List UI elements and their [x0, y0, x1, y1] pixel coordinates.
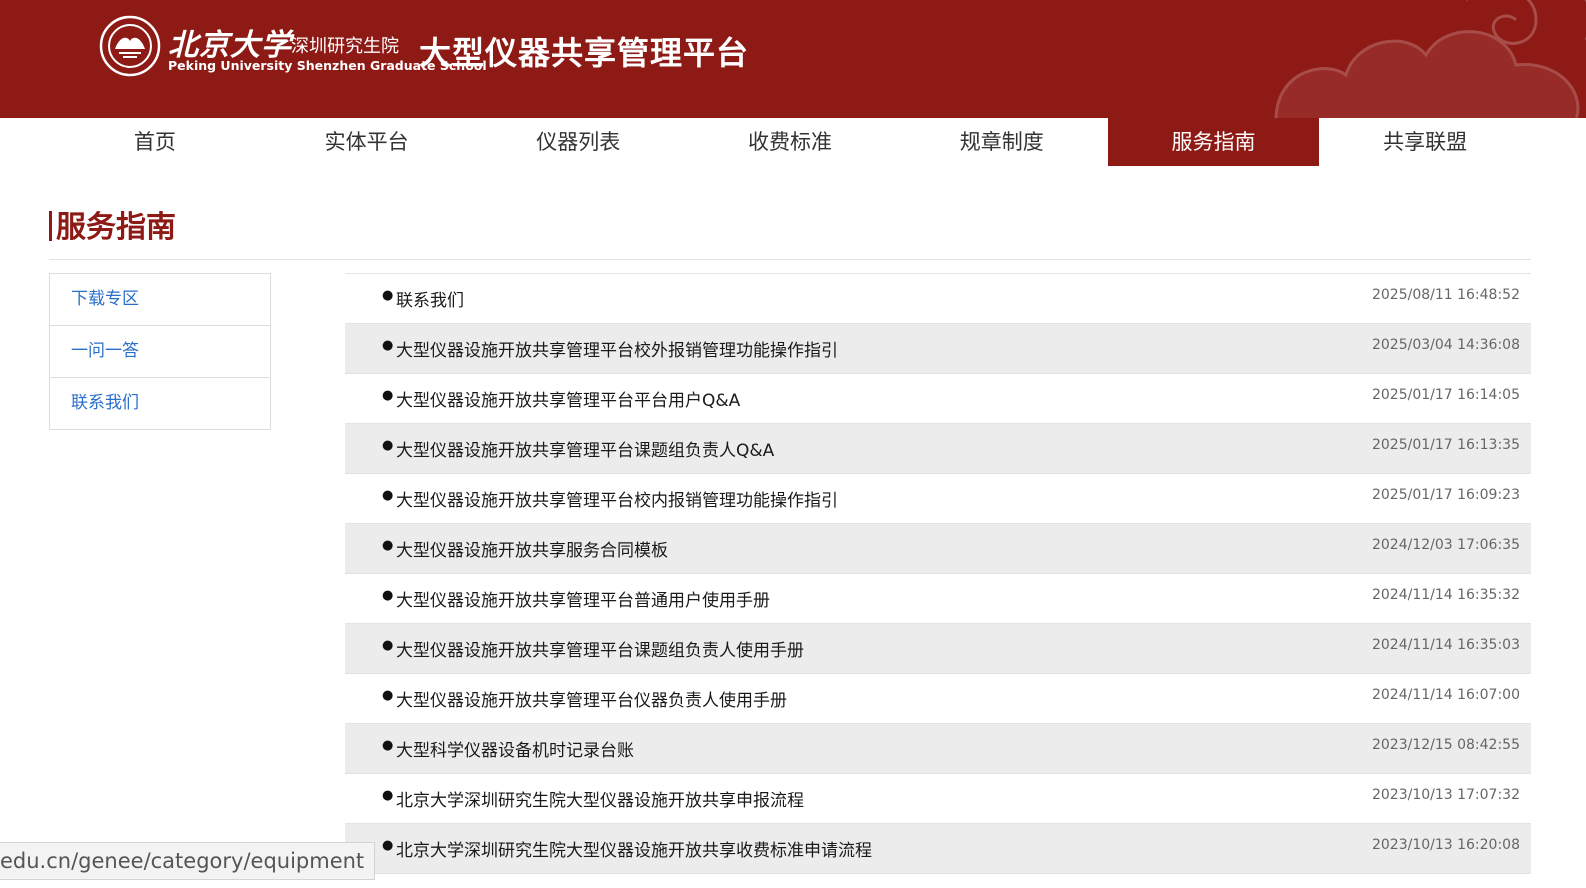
list-item[interactable]: ● 大型仪器设施开放共享管理平台校外报销管理功能操作指引 2025/03/04 14… [345, 324, 1531, 374]
bullet-icon: ● [382, 638, 394, 653]
status-bar-url: edu.cn/genee/category/equipment [0, 842, 376, 880]
list-item-title[interactable]: 大型仪器设施开放共享管理平台仪器负责人使用手册 [396, 686, 787, 711]
list-item-title[interactable]: 大型仪器设施开放共享管理平台课题组负责人Q&A [396, 436, 774, 461]
bullet-icon: ● [382, 438, 394, 453]
sidebar-item-contact[interactable]: 联系我们 [50, 378, 270, 429]
nav-item-home[interactable]: 首页 [49, 118, 261, 166]
site-header: · · · 北京大学 深圳研究生院 Peking University Shen… [0, 0, 1586, 118]
list-item-title[interactable]: 联系我们 [396, 286, 464, 311]
nav-item-service-guide[interactable]: 服务指南 [1107, 118, 1320, 166]
list-item-title[interactable]: 北京大学深圳研究生院大型仪器设施开放共享收费标准申请流程 [396, 836, 872, 861]
list-item[interactable]: ● 北京大学深圳研究生院大型仪器设施开放共享申报流程 2023/10/13 17:0… [345, 774, 1531, 824]
list-item[interactable]: ● 联系我们 2025/08/11 16:48:52 [345, 274, 1531, 324]
list-item-title[interactable]: 北京大学深圳研究生院大型仪器设施开放共享申报流程 [396, 786, 804, 811]
university-emblem-icon: · · · [99, 15, 161, 77]
nav-item-platforms[interactable]: 实体平台 [261, 118, 473, 166]
list-item[interactable]: ● 大型科学仪器设备机时记录台账 2023/12/15 08:42:55 [345, 724, 1531, 774]
list-item[interactable]: ● 北京大学深圳研究生院大型仪器设施开放共享收费标准申请流程 2023/10/13 … [345, 824, 1531, 874]
list-item[interactable]: ● 大型仪器设施开放共享管理平台平台用户Q&A 2025/01/17 16:14:0… [345, 374, 1531, 424]
list-item-title[interactable]: 大型仪器设施开放共享管理平台校内报销管理功能操作指引 [396, 486, 838, 511]
list-item-date: 2024/11/14 16:07:00 [1371, 687, 1520, 703]
list-item-title[interactable]: 大型科学仪器设备机时记录台账 [396, 736, 634, 761]
nav-item-instrument-list[interactable]: 仪器列表 [472, 118, 684, 166]
sidebar-item-downloads[interactable]: 下载专区 [50, 274, 270, 326]
list-item[interactable]: ● 大型仪器设施开放共享管理平台课题组负责人Q&A 2025/01/17 16:13… [345, 424, 1531, 474]
list-item-date: 2025/08/11 16:48:52 [1371, 287, 1520, 303]
cloud-pattern-decoration [1274, 0, 1586, 118]
page-title-text: 服务指南 [56, 210, 176, 245]
list-item-date: 2023/10/13 17:07:32 [1371, 787, 1520, 803]
bullet-icon: ● [382, 538, 394, 553]
page-title: 服务指南 [49, 202, 176, 246]
list-item-date: 2025/01/17 16:13:35 [1371, 437, 1520, 453]
nav-item-alliance[interactable]: 共享联盟 [1319, 118, 1531, 166]
list-item[interactable]: ● 大型仪器设施开放共享管理平台校内报销管理功能操作指引 2025/01/17 16… [345, 474, 1531, 524]
sidebar-item-faq[interactable]: 一问一答 [50, 326, 270, 378]
svg-text:· · ·: · · · [125, 22, 135, 29]
list-item-date: 2025/03/04 14:36:08 [1371, 337, 1520, 353]
list-item[interactable]: ● 大型仪器设施开放共享服务合同模板 2024/12/03 17:06:35 [345, 524, 1531, 574]
bullet-icon: ● [382, 688, 394, 703]
bullet-icon: ● [382, 788, 394, 803]
list-item-title[interactable]: 大型仪器设施开放共享管理平台校外报销管理功能操作指引 [396, 336, 838, 361]
list-item[interactable]: ● 大型仪器设施开放共享管理平台课题组负责人使用手册 2024/11/14 16:3… [345, 624, 1531, 674]
title-accent-bar [49, 211, 52, 241]
list-item-title[interactable]: 大型仪器设施开放共享管理平台普通用户使用手册 [396, 586, 770, 611]
list-item-date: 2023/10/13 16:20:08 [1371, 837, 1520, 853]
list-item[interactable]: ● 大型仪器设施开放共享管理平台普通用户使用手册 2024/11/14 16:35:… [345, 574, 1531, 624]
list-item-date: 2025/01/17 16:14:05 [1371, 387, 1520, 403]
bullet-icon: ● [382, 588, 394, 603]
list-item-date: 2024/11/14 16:35:32 [1371, 587, 1520, 603]
nav-item-fees[interactable]: 收费标准 [684, 118, 896, 166]
nav-item-regulations[interactable]: 规章制度 [896, 118, 1108, 166]
list-item-date: 2023/12/15 08:42:55 [1371, 737, 1520, 753]
list-item-title[interactable]: 大型仪器设施开放共享管理平台课题组负责人使用手册 [396, 636, 804, 661]
bullet-icon: ● [382, 388, 394, 403]
divider [49, 259, 1531, 260]
bullet-icon: ● [382, 338, 394, 353]
site-title: 大型仪器共享管理平台 [419, 34, 750, 72]
bullet-icon: ● [382, 738, 394, 753]
list-item-date: 2025/01/17 16:09:23 [1371, 487, 1520, 503]
list-item[interactable]: ● 大型仪器设施开放共享管理平台仪器负责人使用手册 2024/11/14 16:07… [345, 674, 1531, 724]
list-item-date: 2024/11/14 16:35:03 [1371, 637, 1520, 653]
sidebar: 下载专区 一问一答 联系我们 [49, 273, 271, 430]
list-item-title[interactable]: 大型仪器设施开放共享服务合同模板 [396, 536, 668, 561]
logo-chinese-subtitle: 深圳研究生院 [291, 36, 399, 57]
bullet-icon: ● [382, 838, 394, 853]
article-list: ● 联系我们 2025/08/11 16:48:52 ● 大型仪器设施开放共享管理平台… [345, 273, 1531, 874]
list-item-title[interactable]: 大型仪器设施开放共享管理平台平台用户Q&A [396, 386, 740, 411]
main-nav: 首页 实体平台 仪器列表 收费标准 规章制度 服务指南 共享联盟 [49, 118, 1531, 166]
bullet-icon: ● [382, 288, 394, 303]
bullet-icon: ● [382, 488, 394, 503]
list-item-date: 2024/12/03 17:06:35 [1371, 537, 1520, 553]
